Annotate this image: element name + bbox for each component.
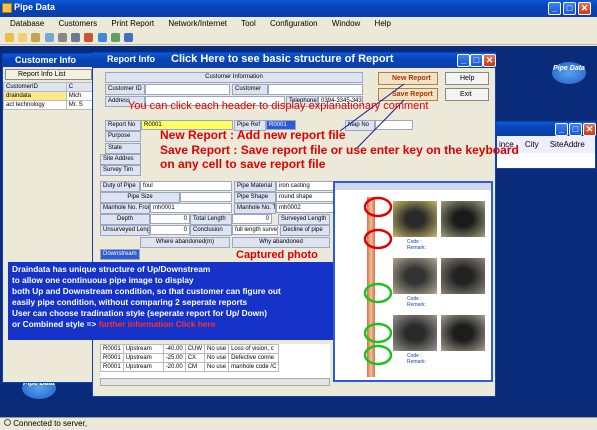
table-cell[interactable]: No use [204, 344, 230, 354]
info-last-prefix: or Combined style => [12, 319, 99, 329]
photo-caption: Code : Remark: [407, 296, 426, 308]
status-text: Connected to server, [13, 419, 88, 428]
table-cell[interactable]: R0001 [100, 362, 124, 372]
defect-marker-red [363, 196, 393, 218]
further-info-link[interactable]: further information Click here [99, 319, 216, 329]
info-line-5: User can choose tradination style (seper… [12, 308, 267, 318]
info-box: Draindata has unique structure of Up/Dow… [8, 262, 338, 340]
status-icon [4, 419, 11, 426]
table-cell[interactable]: Upstream [122, 362, 164, 372]
table-row[interactable]: R0001 Upstream -40.00 CUW No use Loss of visi… [100, 344, 280, 354]
table-cell[interactable]: -25.00 [162, 353, 186, 363]
photo-thumb[interactable] [441, 315, 485, 351]
defect-marker-green [363, 322, 393, 344]
remark-label: Remark: [407, 302, 426, 308]
photo-thumb[interactable] [393, 201, 437, 237]
photo-thumb[interactable] [393, 258, 437, 294]
photo-thumb[interactable] [393, 315, 437, 351]
captured-photo-annotation: Captured photo [236, 249, 318, 261]
header-hint-annotation: You can click each header to display exp… [128, 100, 429, 112]
remark-label: Remark: [407, 245, 426, 251]
table-cell[interactable]: -20.00 [162, 362, 186, 372]
photo-thumb[interactable] [441, 201, 485, 237]
photo-caption: Code : Remark: [407, 239, 426, 251]
save-report-annotation: Save Report : Save report file or use en… [160, 143, 519, 157]
table-cell[interactable]: Defective conne [228, 353, 280, 363]
info-line-4: easily pipe condition, without comparing… [12, 297, 248, 307]
info-line-2: to allow one continuous pipe image to di… [12, 275, 194, 285]
info-line-3: both Up and Downstream condition, so tha… [12, 286, 281, 296]
table-cell[interactable]: No use [204, 362, 230, 372]
table-cell[interactable]: Upstream [122, 353, 164, 363]
defect-marker-green [363, 282, 393, 304]
table-cell[interactable]: R0001 [100, 344, 124, 354]
table-row[interactable]: R0001 Upstream -20.00 CM No use manhole code … [100, 362, 280, 372]
defect-marker-red [363, 228, 393, 250]
table-cell[interactable]: R0001 [100, 353, 124, 363]
table-cell[interactable]: -40.00 [162, 344, 186, 354]
defect-marker-green [363, 344, 393, 366]
save-report-annotation-2: on any cell to save report file [160, 157, 326, 171]
horizontal-scrollbar[interactable] [100, 378, 330, 386]
info-line-6: or Combined style => further information… [12, 319, 334, 330]
new-report-annotation: New Report : Add new report file [160, 128, 346, 142]
photo-panel: Code : Remark: Code : Remark: Code : Remark… [333, 181, 493, 382]
table-row[interactable]: R0001 Upstream -25.00 CX No use Defective con… [100, 353, 280, 363]
photo-caption: Code : Remark: [407, 353, 426, 365]
table-cell[interactable]: Upstream [122, 344, 164, 354]
photo-thumb[interactable] [441, 258, 485, 294]
remark-label: Remark: [407, 359, 426, 365]
table-cell[interactable]: CX [184, 353, 206, 363]
info-line-1: Draindata has unique structure of Up/Dow… [12, 264, 211, 274]
table-cell[interactable]: manhole code /C [228, 362, 280, 372]
table-cell[interactable]: No use [204, 353, 230, 363]
table-cell[interactable]: Loss of vision, c [228, 344, 280, 354]
table-cell[interactable]: CM [184, 362, 206, 372]
observations-table: R0001 Upstream -40.00 CUW No use Loss of visi… [100, 344, 280, 372]
table-cell[interactable]: CUW [184, 344, 206, 354]
status-bar: Connected to server, [0, 417, 597, 430]
